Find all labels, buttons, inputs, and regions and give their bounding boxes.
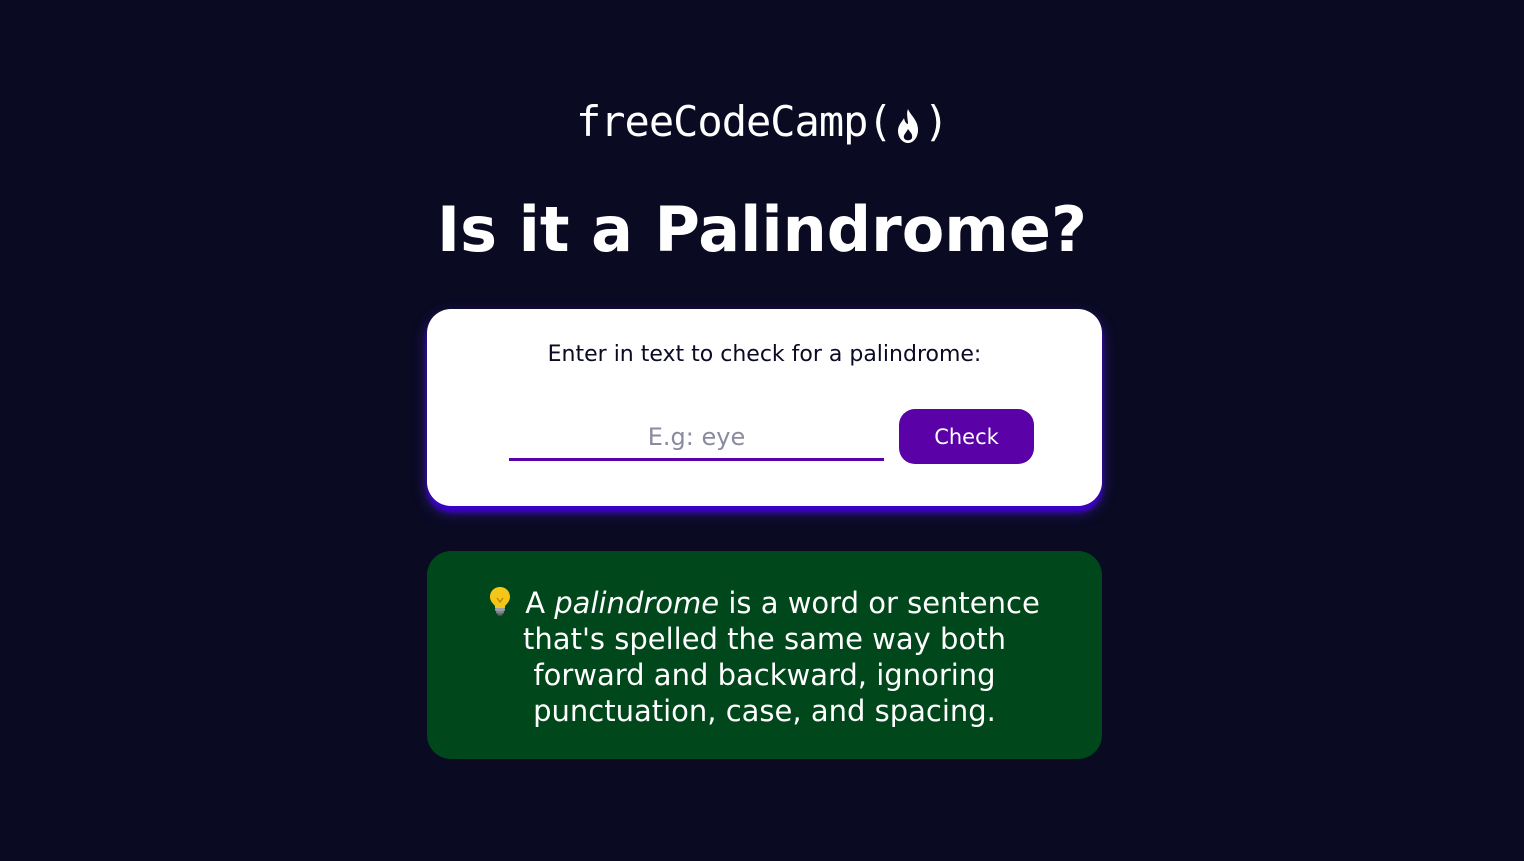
text-input[interactable] bbox=[509, 415, 884, 461]
palindrome-checker-card: Enter in text to check for a palindrome:… bbox=[427, 309, 1102, 506]
palindrome-definition-box: A palindrome is a word or sentence that'… bbox=[427, 551, 1102, 759]
logo-open-paren: ( bbox=[867, 97, 892, 146]
check-button[interactable]: Check bbox=[899, 409, 1034, 464]
logo-text: freeCodeCamp bbox=[575, 97, 868, 146]
definition-prefix: A bbox=[525, 586, 546, 620]
page-title: Is it a Palindrome? bbox=[437, 193, 1087, 266]
definition-text: A palindrome is a word or sentence that'… bbox=[467, 585, 1062, 729]
input-label: Enter in text to check for a palindrome: bbox=[547, 342, 982, 367]
flame-icon bbox=[895, 105, 921, 143]
lightbulb-icon bbox=[489, 586, 511, 616]
freecodecamp-logo: freeCodeCamp( ) bbox=[0, 96, 1524, 148]
logo-close-paren: ) bbox=[923, 97, 949, 146]
definition-emphasis: palindrome bbox=[554, 586, 720, 620]
